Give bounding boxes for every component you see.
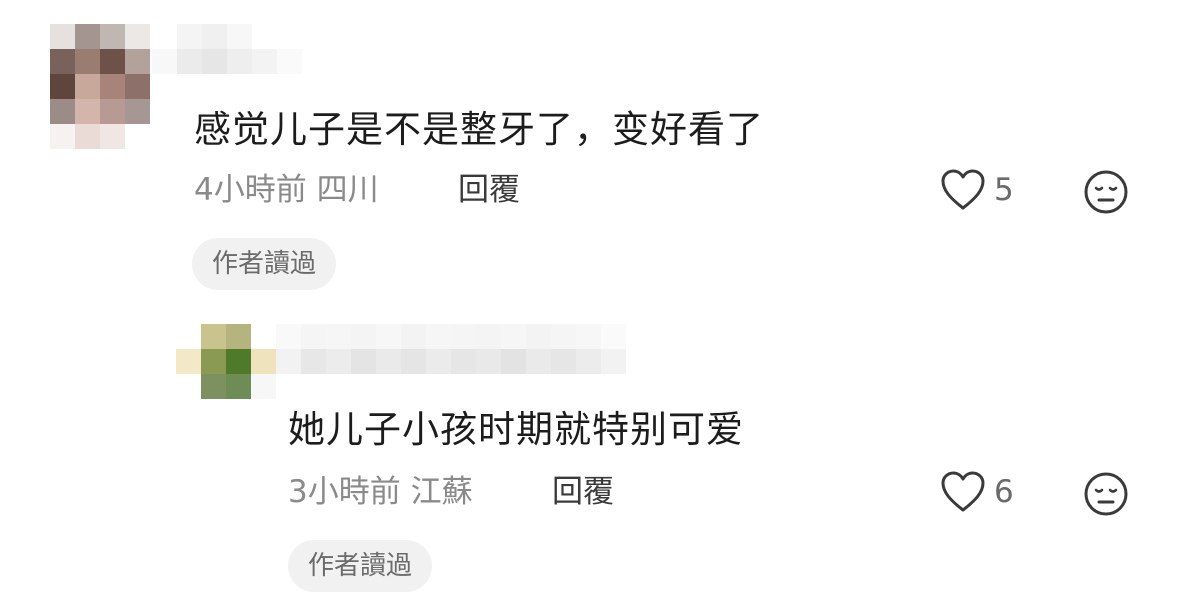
author-read-badge: 作者讀過 [192,238,337,290]
reply-button[interactable]: 回覆 [458,170,520,210]
heart-outline-icon [941,169,985,210]
avatar[interactable] [50,24,150,149]
like-count: 6 [994,474,1014,510]
reply-button[interactable]: 回覆 [552,472,614,512]
neutral-face-icon[interactable] [1082,168,1130,216]
username[interactable] [152,24,302,78]
comment-time: 4小時前 [194,172,307,208]
comment-location: 江蘇 [410,474,473,510]
like-button[interactable]: 6 [940,470,1014,514]
comment-meta: 4小時前 四川 [194,170,379,210]
like-button[interactable]: 5 [940,168,1014,212]
heart-outline-icon [941,471,985,512]
username[interactable] [276,324,626,376]
comment-time: 3小時前 [288,474,401,510]
like-count: 5 [994,172,1014,208]
avatar[interactable] [176,324,276,400]
comment-text: 感觉儿子是不是整牙了，变好看了 [194,108,764,151]
comment-text: 她儿子小孩时期就特别可爱 [288,408,744,451]
comment-meta: 3小時前 江蘇 [288,472,473,512]
neutral-face-icon[interactable] [1082,470,1130,518]
author-read-badge: 作者讀過 [288,540,433,592]
comment-location: 四川 [316,172,379,208]
comment-thread: 感觉儿子是不是整牙了，变好看了 4小時前 四川 回覆 5 作者讀過 她儿子小孩时… [0,0,1178,596]
